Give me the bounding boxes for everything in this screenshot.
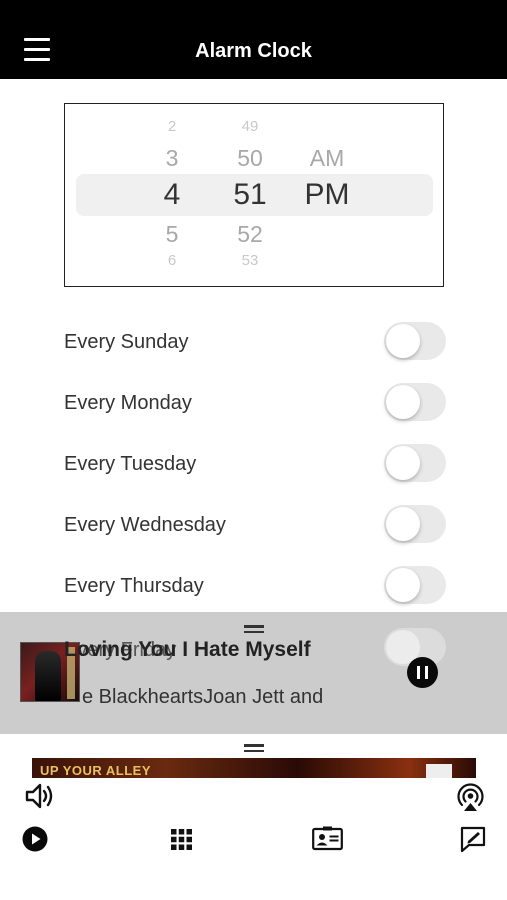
- drag-handle-icon[interactable]: [244, 744, 264, 752]
- repeat-row-monday: Every Monday: [64, 383, 446, 423]
- repeat-row-sunday: Every Sunday: [64, 322, 446, 362]
- repeat-label: Every Thursday: [64, 575, 204, 597]
- page-title: Alarm Clock: [195, 40, 312, 62]
- contact-card-icon[interactable]: [312, 826, 343, 851]
- header: Alarm Clock: [0, 0, 507, 79]
- banner-badge: [426, 764, 452, 778]
- banner-text: UP YOUR ALLEY: [40, 763, 152, 778]
- repeat-toggle-thursday[interactable]: [384, 566, 446, 604]
- now-playing-artist: e BlackheartsJoan Jett and: [82, 686, 324, 708]
- album-banner[interactable]: UP YOUR ALLEY: [32, 758, 476, 778]
- time-picker[interactable]: 2 3 4 5 6 49 50 51 52 53 AM PM: [64, 103, 444, 287]
- play-icon[interactable]: [22, 826, 48, 852]
- minute-option[interactable]: 53: [220, 252, 280, 269]
- hour-option[interactable]: 6: [142, 252, 202, 269]
- pause-button[interactable]: [407, 657, 438, 688]
- toggle-knob: [386, 446, 420, 480]
- repeat-label: Every Tuesday: [64, 453, 197, 475]
- period-selected[interactable]: PM: [297, 178, 357, 212]
- player-controls: [0, 778, 507, 900]
- repeat-row-thursday: Every Thursday: [64, 566, 446, 606]
- hour-wheel[interactable]: 2 3 4 5 6: [142, 104, 202, 286]
- minute-option[interactable]: 49: [220, 118, 280, 135]
- album-art-figure: [35, 651, 61, 701]
- hour-option[interactable]: 3: [142, 145, 202, 172]
- period-wheel[interactable]: AM PM: [297, 104, 357, 286]
- toggle-knob: [386, 507, 420, 541]
- repeat-label: Every Sunday: [64, 331, 189, 353]
- hour-selected[interactable]: 4: [142, 178, 202, 212]
- toggle-knob: [386, 385, 420, 419]
- minute-option[interactable]: 50: [220, 145, 280, 172]
- repeat-toggle-wednesday[interactable]: [384, 505, 446, 543]
- hour-option[interactable]: 5: [142, 221, 202, 248]
- toggle-knob: [386, 568, 420, 602]
- grid-icon[interactable]: [171, 829, 192, 850]
- repeat-toggle-tuesday[interactable]: [384, 444, 446, 482]
- minute-wheel[interactable]: 49 50 51 52 53: [220, 104, 280, 286]
- volume-icon[interactable]: [24, 782, 54, 810]
- now-playing-title: Loving You I Hate Myself: [64, 638, 311, 661]
- minute-selected[interactable]: 51: [220, 178, 280, 212]
- airplay-icon[interactable]: [455, 781, 486, 812]
- repeat-row-tuesday: Every Tuesday: [64, 444, 446, 484]
- repeat-row-wednesday: Every Wednesday: [64, 505, 446, 545]
- toggle-knob: [386, 324, 420, 358]
- repeat-toggle-monday[interactable]: [384, 383, 446, 421]
- hour-option[interactable]: 2: [142, 118, 202, 135]
- repeat-label: Every Monday: [64, 392, 192, 414]
- minute-option[interactable]: 52: [220, 221, 280, 248]
- drag-handle-icon[interactable]: [244, 625, 264, 633]
- edit-note-icon[interactable]: [459, 825, 487, 853]
- repeat-label: Every Wednesday: [64, 514, 226, 536]
- period-option[interactable]: AM: [297, 145, 357, 172]
- repeat-toggle-sunday[interactable]: [384, 322, 446, 360]
